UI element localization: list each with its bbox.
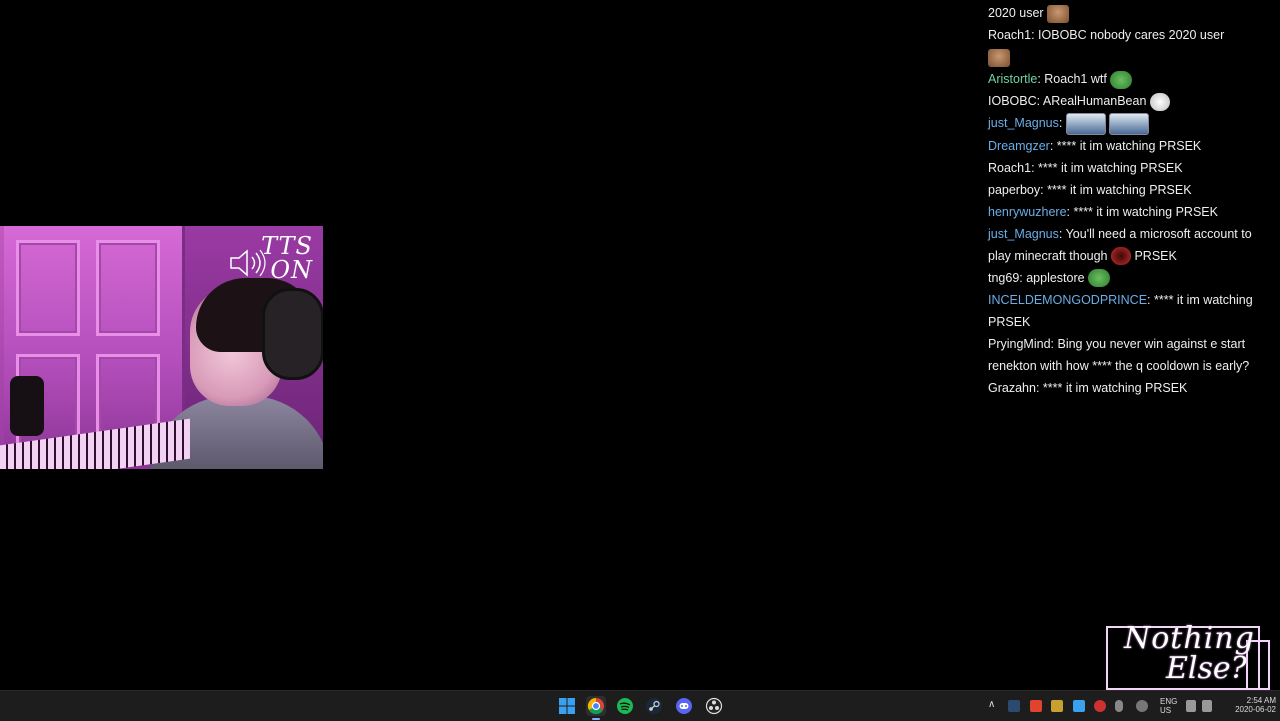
brave-tray-icon[interactable] <box>1030 700 1042 712</box>
chat-text: : **** it im watching PRSEK <box>1049 138 1202 153</box>
windows-icon <box>559 698 575 714</box>
taskbar: ∧ ENG US 2:54 AM 2020-06-02 <box>0 690 1280 721</box>
chat-username: just_Magnus <box>988 116 1059 130</box>
dog-emote-icon <box>988 48 1010 67</box>
tray-app-icon[interactable] <box>1073 700 1085 712</box>
chat-message: paperboy: **** it im watching PRSEK <box>988 179 1268 201</box>
chat-text: : <box>1058 116 1063 130</box>
tray-app-icon[interactable] <box>1136 700 1148 712</box>
discord-button[interactable] <box>674 696 694 716</box>
language-indicator[interactable]: ENG US <box>1160 697 1177 715</box>
chat-text: : **** it im watching PRSEK <box>1031 160 1183 175</box>
pepe-emote-icon <box>1088 269 1111 288</box>
chat-username: Grazahn <box>988 380 1036 395</box>
language-code: ENG <box>1160 697 1178 706</box>
tray-app-icon[interactable] <box>1094 700 1106 712</box>
steam-icon <box>646 698 662 714</box>
chat-overlay: 2020 user Roach1: IOBOBC nobody cares 20… <box>988 2 1268 399</box>
chat-text: : **** it im watching PRSEK <box>1035 380 1188 395</box>
tts-indicator: TTS ON <box>229 232 317 290</box>
chat-username: henrywuzhere <box>988 204 1067 219</box>
chat-message: Grazahn: **** it im watching PRSEK <box>988 377 1268 399</box>
chat-text: 2020 user <box>988 6 1044 20</box>
dog-emote-icon <box>1047 4 1070 23</box>
chat-username: Roach1 <box>988 160 1032 175</box>
picture-emote-icon <box>1065 112 1106 135</box>
steam-button[interactable] <box>644 696 664 716</box>
chat-text: : Roach1 wtf <box>1037 72 1107 86</box>
chat-username: IOBOBC <box>988 94 1037 108</box>
microphone-tray-icon[interactable] <box>1115 700 1123 712</box>
region-code: US <box>1160 706 1172 715</box>
start-button[interactable] <box>557 696 577 716</box>
chat-username: Dreamgzer <box>988 138 1050 153</box>
spotify-button[interactable] <box>615 696 635 716</box>
clock[interactable]: 2:54 AM 2020-06-02 <box>1226 696 1276 714</box>
chat-text: : IOBOBC nobody cares 2020 user <box>1031 28 1225 42</box>
chat-message: just_Magnus: You'll need a microsoft acc… <box>988 223 1268 267</box>
obs-button[interactable] <box>704 696 724 716</box>
obs-icon <box>705 697 723 715</box>
chat-message: Dreamgzer: **** it im watching PRSEK <box>988 135 1268 157</box>
nothing-else-logo: Nothing Else? <box>1106 620 1270 690</box>
microphone <box>10 376 44 436</box>
tray-app-icon[interactable] <box>1051 700 1063 712</box>
chat-text: PRSEK <box>1131 248 1177 263</box>
spotify-icon <box>617 698 633 714</box>
chat-username: Aristortle <box>988 72 1038 86</box>
chat-message: just_Magnus: <box>988 112 1268 135</box>
chat-username: PryingMind <box>988 336 1051 351</box>
tts-line2: ON <box>270 256 313 284</box>
network-icon[interactable] <box>1186 700 1196 712</box>
chat-message: henrywuzhere: **** it im watching PRSEK <box>988 201 1268 223</box>
picture-emote-icon <box>1109 112 1150 135</box>
door-panel <box>96 240 160 336</box>
chat-message: Roach1: IOBOBC nobody cares 2020 user <box>988 24 1268 68</box>
door-panel <box>16 240 80 336</box>
chat-username: INCELDEMONGODPRINCE <box>988 292 1148 307</box>
chat-message: Roach1: **** it im watching PRSEK <box>988 157 1268 179</box>
headphones <box>262 288 323 380</box>
chat-username: just_Magnus <box>988 226 1059 241</box>
volume-icon[interactable] <box>1202 700 1212 712</box>
tts-label: TTS ON <box>261 234 313 282</box>
chat-message: tng69: applestore <box>988 267 1268 289</box>
trollface-emote-icon <box>1149 92 1170 111</box>
orb-emote-icon <box>1111 247 1131 266</box>
logo-line2: Else? <box>1166 651 1247 686</box>
clock-time: 2:54 AM <box>1246 696 1276 705</box>
tts-line1: TTS <box>261 232 313 260</box>
chat-message: IOBOBC: ARealHumanBean <box>988 90 1268 112</box>
chat-message: 2020 user <box>988 2 1268 24</box>
discord-icon <box>676 698 692 714</box>
chat-username: Roach1 <box>988 28 1032 42</box>
tray-overflow-chevron-icon[interactable]: ∧ <box>988 699 995 710</box>
chat-username: paperboy <box>988 182 1041 197</box>
chat-message: PryingMind: Bing you never win against e… <box>988 333 1268 377</box>
chat-text: : applestore <box>1019 270 1085 285</box>
chat-username: tng69 <box>988 270 1020 285</box>
chat-message: INCELDEMONGODPRINCE: **** it im watching… <box>988 289 1268 333</box>
chrome-icon <box>587 697 604 715</box>
chat-text: : **** it im watching PRSEK <box>1040 182 1192 197</box>
chat-text: : ARealHumanBean <box>1036 94 1147 108</box>
pepe-emote-icon <box>1110 70 1133 89</box>
chrome-button[interactable] <box>586 696 606 720</box>
chat-text: : **** it im watching PRSEK <box>1066 204 1218 219</box>
webcam-feed: TTS ON <box>0 226 323 469</box>
logo-line1: Nothing <box>1124 621 1255 656</box>
steam-tray-icon[interactable] <box>1008 700 1020 712</box>
chat-message: Aristortle: Roach1 wtf <box>988 68 1268 90</box>
clock-date: 2020-06-02 <box>1235 705 1276 714</box>
